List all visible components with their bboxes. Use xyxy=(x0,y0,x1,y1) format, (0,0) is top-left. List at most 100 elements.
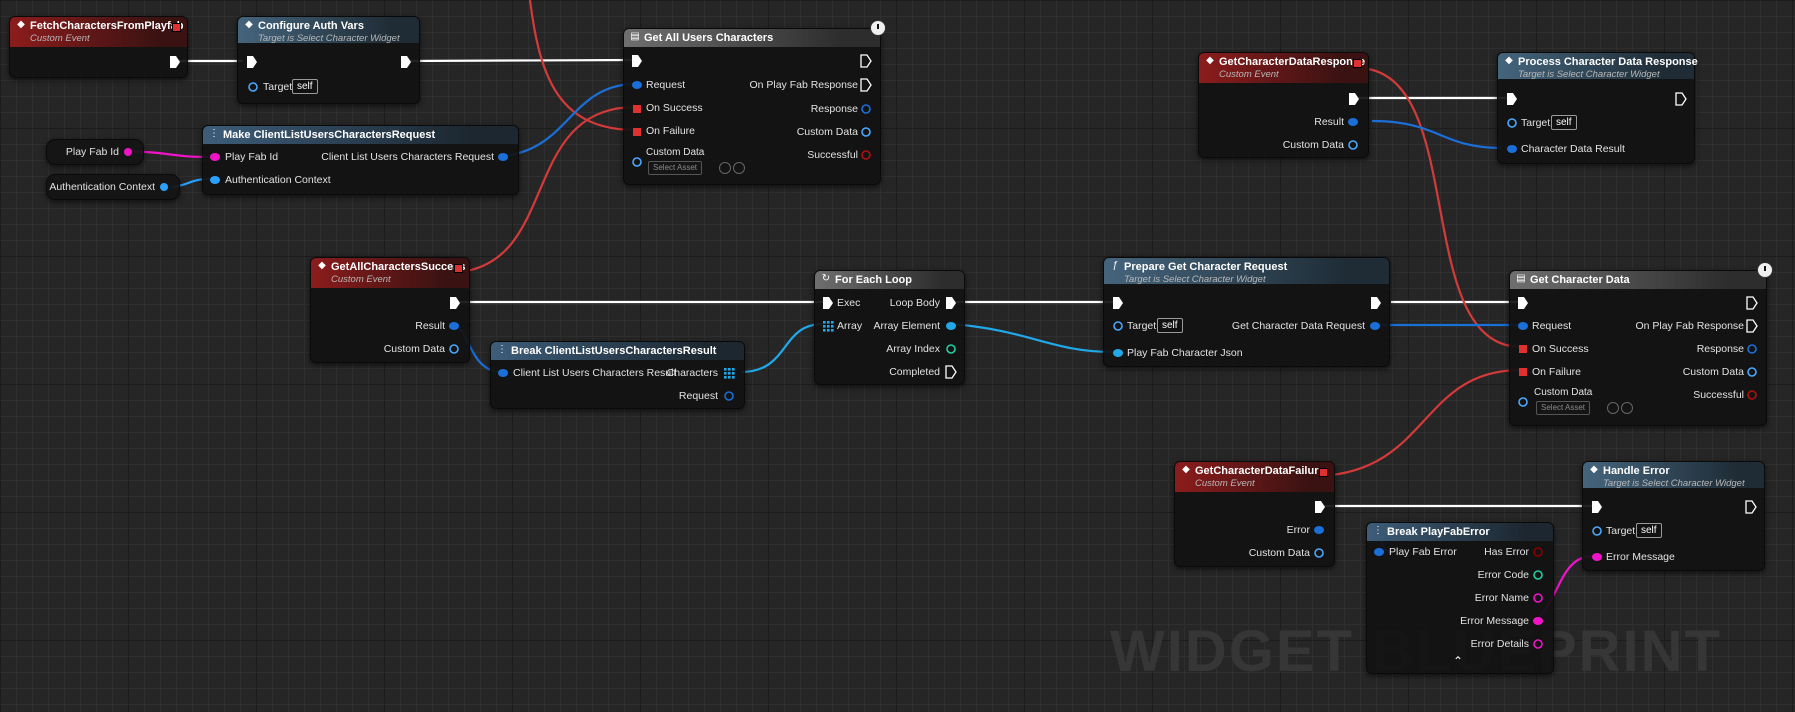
error-in-pin[interactable] xyxy=(1373,546,1385,558)
exec-out-pin[interactable] xyxy=(1348,92,1360,106)
exec-in-pin[interactable] xyxy=(1517,296,1529,310)
custom-data-pin[interactable] xyxy=(1347,139,1359,151)
configure-auth-vars-node[interactable]: ◆ Configure Auth Vars Target is Select C… xyxy=(237,16,420,104)
on-failure-pin[interactable] xyxy=(1517,366,1529,378)
use-asset-icon[interactable] xyxy=(719,162,731,174)
custom-data-pin[interactable] xyxy=(631,156,643,168)
get-character-data-node[interactable]: ▤ Get Character Data Request On Success … xyxy=(1509,262,1773,426)
array-index-pin[interactable] xyxy=(945,343,957,355)
custom-data-out-pin[interactable] xyxy=(1746,366,1758,378)
target-self-field[interactable]: self xyxy=(1157,318,1183,333)
exec-in-pin[interactable] xyxy=(631,54,643,68)
request-pin[interactable] xyxy=(631,79,643,91)
on-failure-pin[interactable] xyxy=(631,126,643,138)
exec-out-pin[interactable] xyxy=(1745,500,1757,514)
character-json-pin[interactable] xyxy=(1112,347,1124,359)
exec-in-pin[interactable] xyxy=(246,55,258,69)
exec-out-pin[interactable] xyxy=(860,54,872,68)
exec-out-pin[interactable] xyxy=(449,296,461,310)
delegate-pin[interactable] xyxy=(454,264,463,273)
successful-pin[interactable] xyxy=(1746,389,1758,401)
response-pin[interactable] xyxy=(1746,343,1758,355)
target-self-field[interactable]: self xyxy=(1551,115,1577,130)
has-error-pin[interactable] xyxy=(1532,546,1544,558)
exec-out-pin[interactable] xyxy=(1314,500,1326,514)
request-pin[interactable] xyxy=(1517,320,1529,332)
custom-data-pin[interactable] xyxy=(1313,547,1325,559)
target-self-field[interactable]: self xyxy=(1636,523,1662,538)
target-pin[interactable] xyxy=(1591,525,1603,537)
on-playfab-response-pin[interactable] xyxy=(1746,319,1758,333)
exec-in-pin[interactable] xyxy=(1506,92,1518,106)
error-pin[interactable] xyxy=(1313,524,1325,536)
result-pin[interactable] xyxy=(448,320,460,332)
browse-asset-icon[interactable] xyxy=(1621,402,1633,414)
completed-pin[interactable] xyxy=(945,365,957,379)
error-message-in-pin[interactable] xyxy=(1591,551,1603,563)
break-result-node[interactable]: ⋮ Break ClientListUsersCharactersResult … xyxy=(490,341,745,409)
exec-out-pin[interactable] xyxy=(1746,296,1758,310)
fetch-characters-event-node[interactable]: ◆ FetchCharactersFromPlayfab Custom Even… xyxy=(9,16,188,78)
request-output-pin[interactable] xyxy=(1369,320,1381,332)
array-element-pin[interactable] xyxy=(945,320,957,332)
on-playfab-response-pin[interactable] xyxy=(860,78,872,92)
target-pin[interactable] xyxy=(1506,117,1518,129)
get-character-data-failure-event-node[interactable]: ◆ GetCharacterDataFailure Custom Event E… xyxy=(1174,461,1335,567)
exec-out-pin[interactable] xyxy=(400,55,412,69)
target-pin[interactable] xyxy=(1112,320,1124,332)
playfab-id-variable-node[interactable]: Play Fab Id xyxy=(46,139,144,165)
delegate-pin[interactable] xyxy=(1353,59,1362,68)
loop-body-pin[interactable] xyxy=(945,296,957,310)
handle-error-node[interactable]: ◆ Handle Error Target is Select Characte… xyxy=(1582,461,1765,571)
break-playfab-error-node[interactable]: ⋮ Break PlayFabError Play Fab Error Has … xyxy=(1366,522,1554,674)
exec-in-pin[interactable] xyxy=(822,296,834,310)
make-request-node[interactable]: ⋮ Make ClientListUsersCharactersRequest … xyxy=(202,125,519,195)
custom-data-pin[interactable] xyxy=(448,343,460,355)
use-asset-icon[interactable] xyxy=(1607,402,1619,414)
error-name-pin[interactable] xyxy=(1532,592,1544,604)
process-character-data-response-node[interactable]: ◆ Process Character Data Response Target… xyxy=(1497,52,1698,164)
exec-in-pin[interactable] xyxy=(1112,296,1124,310)
result-pin[interactable] xyxy=(1347,116,1359,128)
delegate-pin[interactable] xyxy=(1319,468,1328,477)
prepare-get-character-request-node[interactable]: ƒ Prepare Get Character Request Target i… xyxy=(1103,257,1390,367)
get-character-data-response-event-node[interactable]: ◆ GetCharacterDataResponse Custom Event … xyxy=(1198,52,1369,158)
request-output-label: Client List Users Characters Request xyxy=(321,151,494,163)
exec-out-pin[interactable] xyxy=(1675,92,1687,106)
auth-context-in-pin[interactable] xyxy=(209,174,221,186)
custom-data-pin[interactable] xyxy=(1517,396,1529,408)
error-details-pin[interactable] xyxy=(1532,638,1544,650)
successful-pin[interactable] xyxy=(860,149,872,161)
character-data-result-pin[interactable] xyxy=(1506,143,1518,155)
target-self-field[interactable]: self xyxy=(292,79,318,94)
on-success-pin[interactable] xyxy=(1517,343,1529,355)
error-message-pin[interactable] xyxy=(1532,615,1544,627)
response-pin[interactable] xyxy=(860,103,872,115)
array-wire xyxy=(740,322,824,374)
get-all-characters-success-event-node[interactable]: ◆ GetAllCharactersSuccess Custom Event R… xyxy=(310,257,470,363)
array-in-pin[interactable] xyxy=(822,320,834,332)
playfab-id-in-pin[interactable] xyxy=(209,151,221,163)
error-code-pin[interactable] xyxy=(1532,569,1544,581)
exec-out-pin[interactable] xyxy=(1370,296,1382,310)
exec-out-pin[interactable] xyxy=(169,55,181,69)
for-each-loop-node[interactable]: ↻ For Each Loop Exec Array Loop Body Arr… xyxy=(814,270,965,385)
auth-context-out-pin[interactable] xyxy=(158,181,170,193)
delegate-pin[interactable] xyxy=(172,23,181,32)
request-pin[interactable] xyxy=(723,390,735,402)
get-all-users-characters-node[interactable]: ▤ Get All Users Characters Request On Su… xyxy=(623,20,886,185)
characters-array-pin[interactable] xyxy=(723,367,735,379)
custom-data-out-pin[interactable] xyxy=(860,126,872,138)
request-output-pin[interactable] xyxy=(497,151,509,163)
playfab-id-out-pin[interactable] xyxy=(122,146,134,158)
target-pin[interactable] xyxy=(247,81,259,93)
browse-asset-icon[interactable] xyxy=(733,162,745,174)
node-title: GetAllCharactersSuccess xyxy=(331,261,466,273)
select-asset-dropdown[interactable]: Select Asset xyxy=(648,161,703,175)
on-success-pin[interactable] xyxy=(631,103,643,115)
result-in-pin[interactable] xyxy=(497,367,509,379)
select-asset-dropdown[interactable]: Select Asset xyxy=(1536,401,1591,415)
collapse-chevron-icon[interactable]: ⌃ xyxy=(1453,654,1463,668)
auth-context-variable-node[interactable]: Authentication Context xyxy=(46,174,180,200)
exec-in-pin[interactable] xyxy=(1591,500,1603,514)
